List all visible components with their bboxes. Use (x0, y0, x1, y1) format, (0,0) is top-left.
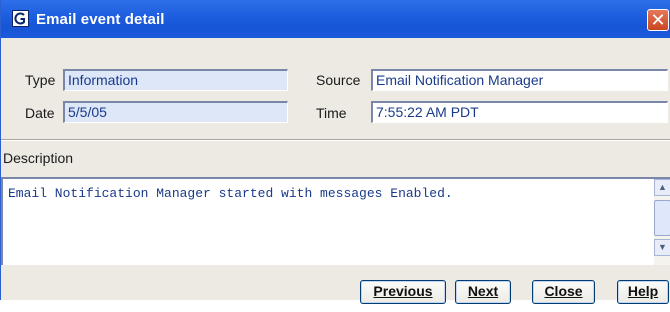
window-title: Email event detail (36, 11, 165, 28)
previous-button[interactable]: Previous (360, 280, 446, 304)
close-button[interactable]: Close (532, 280, 595, 304)
time-field[interactable]: 7:55:22 AM PDT (371, 101, 668, 123)
scroll-up-button[interactable]: ▲ (654, 179, 670, 196)
separator (1, 139, 670, 141)
time-label: Time (316, 105, 347, 121)
description-scrollbar[interactable]: ▲ ▼ (654, 179, 670, 265)
title-bar[interactable]: Email event detail ✕ (1, 0, 670, 38)
arrow-down-icon: ▼ (658, 242, 667, 252)
close-window-button[interactable]: ✕ (647, 9, 669, 31)
next-button[interactable]: Next (455, 280, 511, 304)
date-label: Date (25, 105, 55, 121)
scroll-thumb[interactable] (654, 200, 670, 236)
app-g-icon (12, 10, 29, 27)
arrow-up-icon: ▲ (658, 182, 667, 192)
close-icon: ✕ (650, 10, 666, 30)
source-field[interactable]: Email Notification Manager (371, 69, 668, 91)
type-field: Information (63, 69, 288, 91)
help-button[interactable]: Help (617, 280, 669, 304)
scroll-down-button[interactable]: ▼ (654, 239, 670, 256)
description-label: Description (3, 150, 74, 166)
date-field: 5/5/05 (63, 101, 288, 123)
email-event-detail-dialog: Email event detail ✕ Type Information So… (0, 0, 670, 304)
description-textarea[interactable]: Email Notification Manager started with … (1, 177, 670, 265)
description-text: Email Notification Manager started with … (8, 186, 453, 201)
type-label: Type (25, 72, 56, 88)
source-label: Source (316, 72, 361, 88)
